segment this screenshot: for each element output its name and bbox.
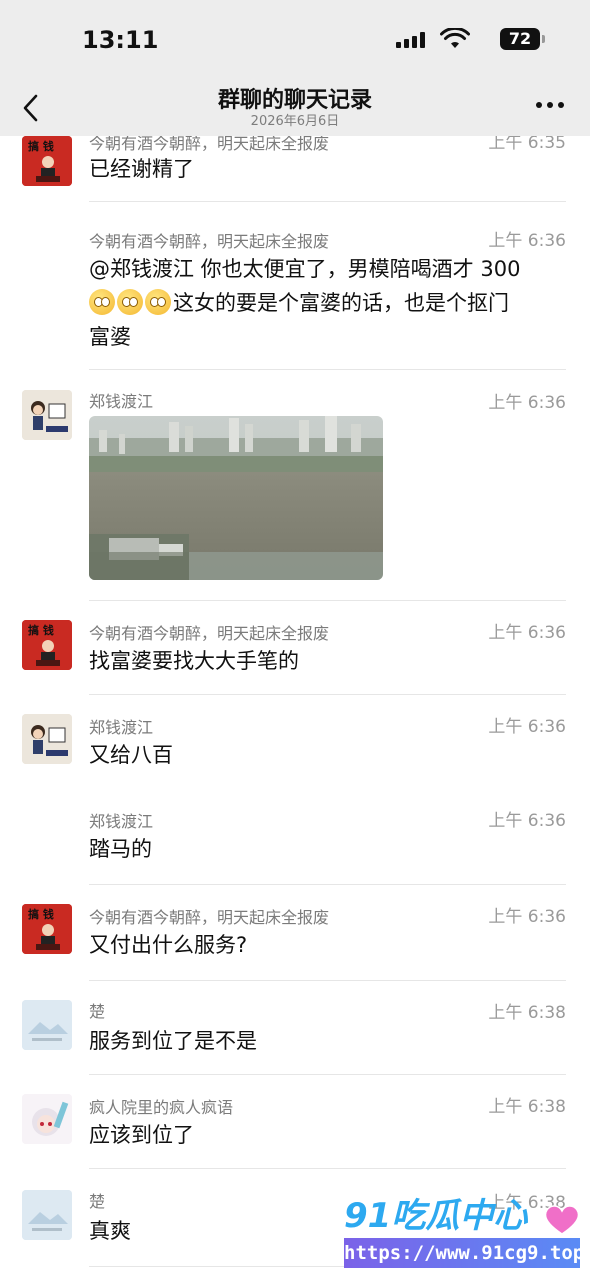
divider — [89, 600, 566, 601]
battery-icon: 72 — [500, 28, 545, 50]
svg-text:搞 钱: 搞 钱 — [28, 139, 54, 153]
nav-bar: 群聊的聊天记录 2026年6月6日 — [0, 80, 590, 136]
avatar-cartoon-icon — [22, 714, 72, 764]
more-icon[interactable] — [536, 102, 566, 110]
avatar[interactable] — [22, 1000, 72, 1050]
heart-icon — [544, 1205, 580, 1235]
sender-name: 今朝有酒今朝醉，明天起床全报废 — [89, 908, 330, 927]
watermark-url[interactable]: https://www.91cg9.top — [344, 1238, 584, 1268]
sender-name: 郑钱渡江 — [89, 812, 154, 831]
flushed-emoji-icon — [89, 289, 115, 315]
message-time: 上午 6:36 — [488, 623, 566, 643]
battery-level: 72 — [508, 29, 532, 48]
message-text-line: 富婆 — [89, 325, 131, 349]
divider — [89, 980, 566, 981]
image-placeholder-icon — [22, 1000, 72, 1050]
divider — [89, 201, 566, 202]
status-bar: 13:11 72 — [0, 0, 590, 80]
message-text: 又给八百 — [89, 743, 173, 767]
message-text: 服务到位了是不是 — [89, 1029, 257, 1053]
sender-name: 楚 — [89, 1192, 106, 1211]
watermark-logo-text: 91吃瓜中心 — [344, 1196, 528, 1236]
divider — [89, 1074, 566, 1075]
svg-text:搞 钱: 搞 钱 — [28, 907, 54, 921]
message-time: 上午 6:36 — [488, 717, 566, 737]
avatar[interactable] — [22, 1190, 72, 1240]
image-placeholder-icon — [22, 1190, 72, 1240]
divider — [89, 369, 566, 370]
sender-name: 今朝有酒今朝醉，明天起床全报废 — [89, 624, 330, 643]
message-text: 找富婆要找大大手笔的 — [89, 649, 299, 673]
message-text: 踏马的 — [89, 837, 152, 861]
avatar[interactable]: 搞 钱 — [22, 620, 72, 670]
message-time: 上午 6:35 — [488, 136, 566, 153]
avatar[interactable]: 搞 钱 — [22, 136, 72, 186]
sender-name: 郑钱渡江 — [89, 718, 154, 737]
wifi-icon — [440, 28, 470, 48]
page-subtitle-date: 2026年6月6日 — [250, 114, 340, 129]
sender-name: 楚 — [89, 1002, 106, 1021]
message-time: 上午 6:38 — [488, 1003, 566, 1023]
divider — [89, 1168, 566, 1169]
divider — [89, 884, 566, 885]
avatar-red-figure-icon: 搞 钱 — [22, 620, 72, 670]
flushed-emoji-icon — [117, 289, 143, 315]
message-time: 上午 6:38 — [488, 1097, 566, 1117]
message-text: 已经谢精了 — [89, 157, 194, 181]
message-text: 应该到位了 — [89, 1123, 194, 1147]
avatar-cartoon-icon — [22, 390, 72, 440]
avatar-red-figure-icon: 搞 钱 — [22, 136, 72, 186]
message-text-line: 这女的要是个富婆的话，也是个抠门 — [173, 291, 509, 315]
status-time: 13:11 — [82, 26, 159, 54]
avatar[interactable]: 搞 钱 — [22, 904, 72, 954]
message-text: @郑钱渡江 你也太便宜了，男模陪喝酒才 300 这女的要是个富婆的话，也是个抠门… — [89, 252, 567, 354]
chat-record-list[interactable]: 搞 钱 今朝有酒今朝醉，明天起床全报废 上午 6:35 已经谢精了 今朝有酒今朝… — [0, 136, 590, 1280]
sender-name: 疯人院里的疯人疯语 — [89, 1098, 234, 1117]
sender-name: 郑钱渡江 — [89, 392, 154, 411]
message-text-line-emoji: 这女的要是个富婆的话，也是个抠门 — [89, 286, 567, 320]
avatar-red-figure-icon: 搞 钱 — [22, 904, 72, 954]
avatar[interactable] — [22, 1094, 72, 1144]
message-time: 上午 6:36 — [488, 231, 566, 251]
message-text: 又付出什么服务? — [89, 933, 248, 957]
message-time: 上午 6:36 — [488, 907, 566, 927]
status-icons: 72 — [380, 28, 545, 52]
sender-name: 今朝有酒今朝醉，明天起床全报废 — [89, 232, 330, 251]
svg-text:搞 钱: 搞 钱 — [28, 623, 54, 637]
message-text-line: @郑钱渡江 你也太便宜了，男模陪喝酒才 300 — [89, 257, 521, 281]
flushed-emoji-icon — [145, 289, 171, 315]
avatar-anime-girl-icon — [22, 1094, 72, 1144]
message-time: 上午 6:36 — [488, 393, 566, 413]
river-cityscape-photo[interactable] — [89, 416, 383, 580]
avatar[interactable] — [22, 714, 72, 764]
signal-icon — [396, 32, 430, 48]
avatar[interactable] — [22, 390, 72, 440]
divider — [89, 694, 566, 695]
message-time: 上午 6:36 — [488, 811, 566, 831]
